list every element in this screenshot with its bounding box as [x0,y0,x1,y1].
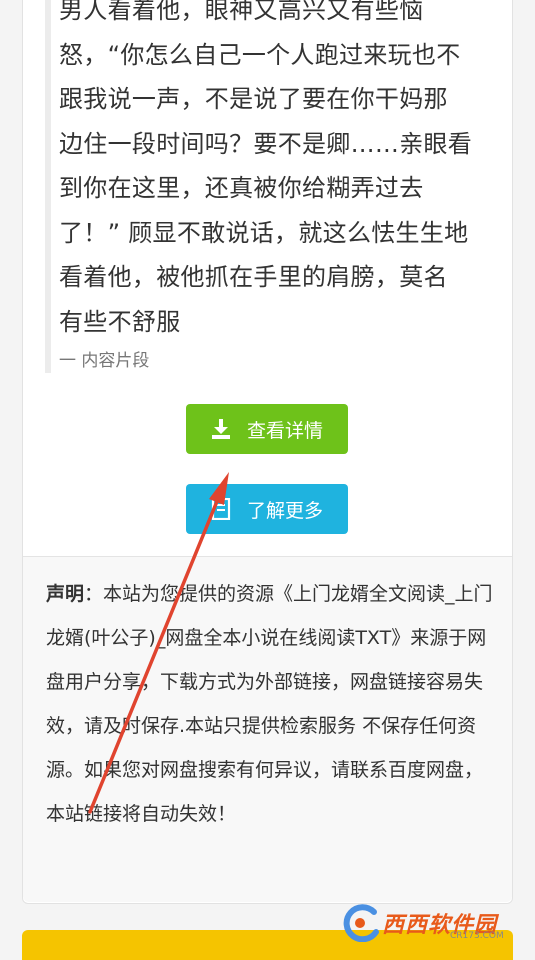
excerpt-line: 看着他，被他抓在手里的肩膀，莫名 [59,263,448,291]
disclaimer: 声明：本站为您提供的资源《上门龙婿全文阅读_上门龙婿(叶公子)_网盘全本小说在线… [46,572,496,836]
excerpt-line: 了！” 顾显不敢说话，就这么怯生生地 [59,218,469,247]
excerpt-line: 到你在这里，还真被你给糊弄过去 [59,174,424,202]
disclaimer-text: ：本站为您提供的资源《上门龙婿全文阅读_上门龙婿(叶公子)_网盘全本小说在线阅读… [46,583,493,825]
watermark-logo-icon [338,904,382,943]
document-icon [211,497,231,521]
excerpt-line: 边住一段时间吗？要不是卿……亲眼看 [59,129,473,158]
excerpt-block: 男人看着他，眼神又高兴又有些恼 怒，“你怎么自己一个人跑过来玩也不 跟我说一声，… [45,0,496,373]
learn-more-label: 了解更多 [246,499,323,522]
disclaimer-label: 声明 [46,583,85,605]
view-details-label: 查看详情 [246,419,323,442]
site-watermark: 西西软件园 CR173.COM [338,903,528,943]
download-icon [211,418,231,440]
view-details-button[interactable]: 查看详情 [186,404,348,454]
excerpt-line: 有些不舒服 [59,307,181,336]
excerpt-source: 一 内容片段 [59,351,150,371]
excerpt-text: 男人看着他，眼神又高兴又有些恼 怒，“你怎么自己一个人跑过来玩也不 跟我说一声，… [59,0,499,344]
excerpt-line: 男人看着他，眼神又高兴又有些恼 [59,0,424,24]
excerpt-line: 怒，“你怎么自己一个人跑过来玩也不 [59,40,461,69]
divider [23,556,512,557]
excerpt-line: 跟我说一声，不是说了要在你干妈那 [59,85,448,113]
watermark-url: CR173.COM [450,931,504,941]
learn-more-button[interactable]: 了解更多 [186,484,348,534]
